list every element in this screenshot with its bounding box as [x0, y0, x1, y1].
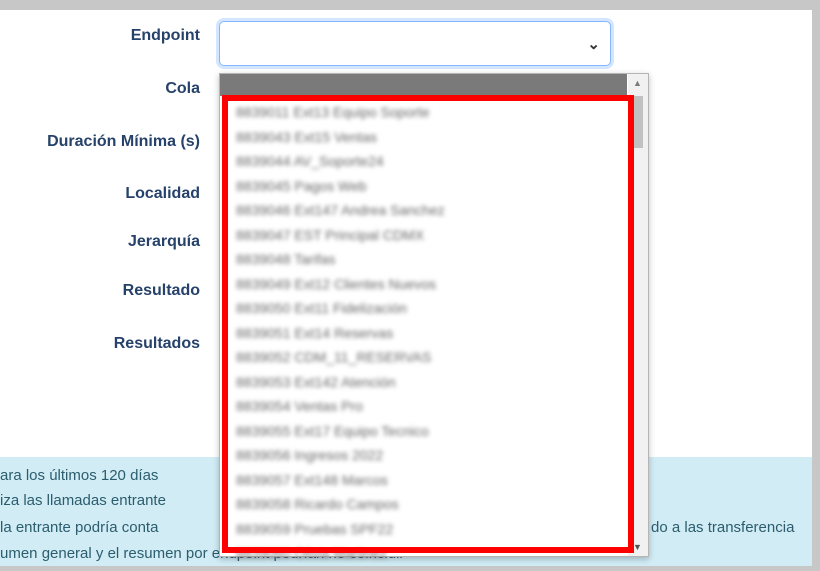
dropdown-option[interactable]: 8839044 AV_Soporte24 — [236, 149, 616, 174]
dropdown-option[interactable]: 8839011 Ext13 Equipo Soporte — [236, 100, 616, 125]
dropdown-scrollbar[interactable]: ▲ ▼ — [628, 74, 648, 556]
scroll-up-arrow-icon[interactable]: ▲ — [633, 78, 642, 88]
info-line-3-start: la entrante podría conta — [0, 519, 159, 536]
dropdown-option[interactable]: 8839051 Ext14 Reservas — [236, 321, 616, 346]
dropdown-option[interactable]: 8839057 Ext148 Marcos — [236, 468, 616, 493]
dropdown-option[interactable]: 8839047 EST Principal CDMX — [236, 223, 616, 248]
dropdown-option[interactable]: 8839046 Ext147 Andrea Sanchez — [236, 198, 616, 223]
endpoint-select[interactable]: ⌄ — [219, 21, 611, 66]
scroll-down-arrow-icon[interactable]: ▼ — [633, 542, 642, 552]
screenshot-frame-bottom — [0, 566, 820, 571]
jerarquia-label: Jerarquía — [127, 233, 200, 250]
dropdown-option[interactable]: 8839059 Pruebas SPF22 — [236, 517, 616, 542]
scrollbar-thumb[interactable] — [632, 96, 643, 148]
localidad-label: Localidad — [125, 185, 200, 202]
dropdown-option[interactable]: 8839045 Pagos Web — [236, 174, 616, 199]
dropdown-option[interactable]: 8839055 Ext17 Equipo Tecnico — [236, 419, 616, 444]
duracion-minima-label: Duración Mínima (s) — [47, 133, 200, 150]
dropdown-option[interactable]: 8839054 Ventas Pro — [236, 394, 616, 419]
dropdown-option[interactable]: 8839052 CDM_11_RESERVAS — [236, 345, 616, 370]
dropdown-option[interactable]: 8839053 Ext142 Atención — [236, 370, 616, 395]
screenshot-frame-right — [812, 0, 820, 571]
chevron-down-icon: ⌄ — [587, 36, 600, 53]
dropdown-option[interactable]: 8839058 Ricardo Campos — [236, 492, 616, 517]
dropdown-option[interactable]: 8839048 Tarifas — [236, 247, 616, 272]
resultados-label: Resultados — [113, 335, 200, 352]
dropdown-option[interactable]: 8839050 Ext11 Fidelización — [236, 296, 616, 321]
dropdown-options: 8839011 Ext13 Equipo Soporte 8839043 Ext… — [236, 100, 616, 566]
info-line-2: iza las llamadas entrante — [0, 492, 166, 509]
endpoint-label: Endpoint — [130, 27, 200, 44]
screenshot-frame-top — [0, 0, 820, 10]
dropdown-option[interactable]: 8839043 Ext15 Ventas — [236, 125, 616, 150]
dropdown-selected-row[interactable] — [220, 74, 627, 96]
endpoint-dropdown-list[interactable]: 8839011 Ext13 Equipo Soporte 8839043 Ext… — [219, 73, 649, 561]
dropdown-option[interactable]: 8839049 Ext12 Clientes Nuevos — [236, 272, 616, 297]
dropdown-option[interactable]: 8839060 Olivia Martinez — [236, 541, 616, 566]
info-line-1: ara los últimos 120 días — [0, 467, 159, 484]
resultado-label: Resultado — [122, 282, 200, 299]
info-line-3-end: do a las transferencia — [651, 519, 795, 536]
cola-label: Cola — [165, 80, 200, 97]
dropdown-option[interactable]: 8839056 Ingresos 2022 — [236, 443, 616, 468]
